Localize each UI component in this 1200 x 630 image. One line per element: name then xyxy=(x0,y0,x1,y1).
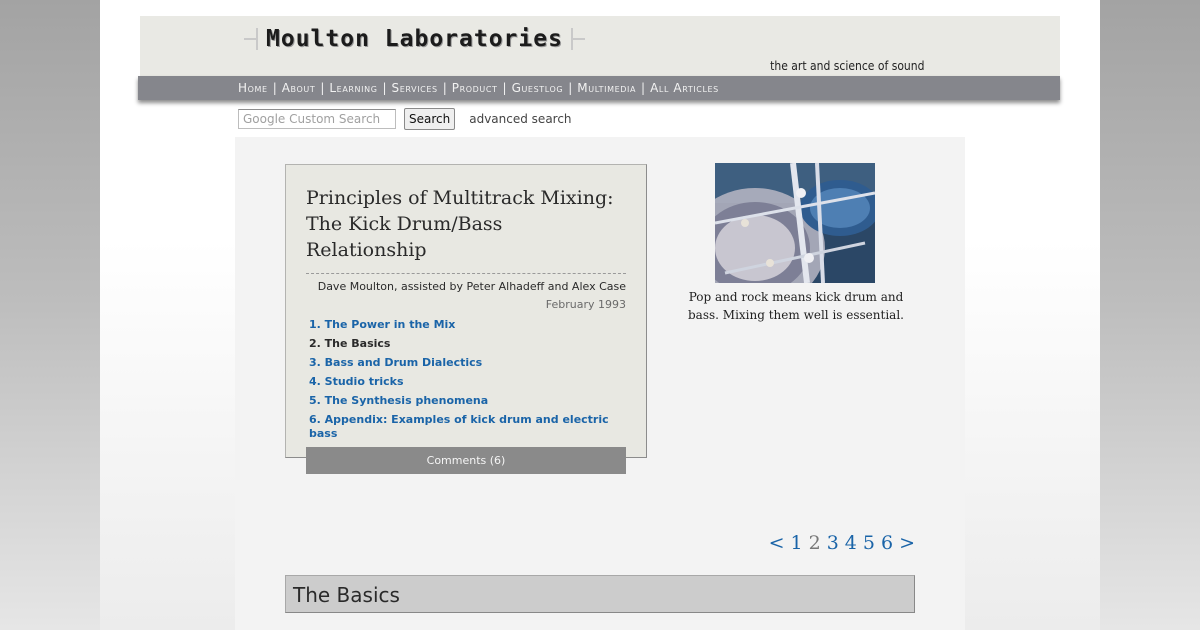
toc-link-studio-tricks[interactable]: 4. Studio tricks xyxy=(309,375,404,388)
title-divider xyxy=(306,273,626,274)
toc-item: 4. Studio tricks xyxy=(309,375,626,389)
kick-drum-photo xyxy=(715,163,875,283)
toc-item: 6. Appendix: Examples of kick drum and e… xyxy=(309,413,626,441)
nav-item-all-articles[interactable]: All Articles xyxy=(650,81,719,95)
pager-next-button[interactable]: > xyxy=(899,532,915,554)
pager-page-6[interactable]: 6 xyxy=(881,532,893,554)
section-heading: The Basics xyxy=(285,575,915,613)
nav-separator: | xyxy=(641,81,646,95)
article-content: Principles of Multitrack Mixing: The Kic… xyxy=(235,137,965,630)
nav-item-multimedia[interactable]: Multimedia xyxy=(577,81,636,95)
article-toc-box: Principles of Multitrack Mixing: The Kic… xyxy=(285,164,647,474)
page: Moulton Laboratories the art and science… xyxy=(100,0,1100,630)
comments-label: Comments xyxy=(426,454,487,467)
toc-link-appendix[interactable]: 6. Appendix: Examples of kick drum and e… xyxy=(309,413,609,440)
comments-count: (6) xyxy=(489,454,506,467)
nav-separator: | xyxy=(442,81,447,95)
nav-item-about[interactable]: About xyxy=(282,81,316,95)
nav-separator: | xyxy=(272,81,277,95)
logo-text: Moulton Laboratories xyxy=(266,26,563,52)
toc-link-bass-drum-dialectics[interactable]: 3. Bass and Drum Dialectics xyxy=(309,356,482,369)
toc-link-synthesis-phenomena[interactable]: 5. The Synthesis phenomena xyxy=(309,394,488,407)
nav-item-guestlog[interactable]: Guestlog xyxy=(512,81,564,95)
pager-page-current: 2 xyxy=(808,532,821,554)
nav-separator: | xyxy=(568,81,573,95)
advanced-search-link[interactable]: advanced search xyxy=(469,112,571,126)
pager-page-3[interactable]: 3 xyxy=(827,532,839,554)
article-title-line2: The Kick Drum/Bass Relationship xyxy=(306,213,503,261)
nav-separator: | xyxy=(382,81,387,95)
toc-item: 5. The Synthesis phenomena xyxy=(309,394,626,408)
nav-item-services[interactable]: Services xyxy=(392,81,438,95)
pager-page-5[interactable]: 5 xyxy=(863,532,875,554)
comments-button[interactable]: Comments (6) xyxy=(306,447,626,474)
toc-current-the-basics: 2. The Basics xyxy=(309,337,391,350)
article-date: February 1993 xyxy=(545,298,626,311)
toc-list: 1. The Power in the Mix 2. The Basics 3.… xyxy=(306,318,626,441)
article-byline: Dave Moulton, assisted by Peter Alhadeff… xyxy=(317,280,626,293)
tagline: the art and science of sound xyxy=(769,59,924,73)
search-input[interactable] xyxy=(238,109,396,129)
site-logo[interactable]: Moulton Laboratories xyxy=(244,22,585,56)
toc-link-power-in-the-mix[interactable]: 1. The Power in the Mix xyxy=(309,318,455,331)
toc-item: 3. Bass and Drum Dialectics xyxy=(309,356,626,370)
nav-separator: | xyxy=(502,81,507,95)
toc-item: 2. The Basics xyxy=(309,337,626,351)
nav-item-home[interactable]: Home xyxy=(238,81,268,95)
photo-caption: Pop and rock means kick drum and bass. M… xyxy=(688,290,904,322)
article-title-line1: Principles of Multitrack Mixing: xyxy=(306,187,614,209)
main-nav: Home | About | Learning | Services | Pro… xyxy=(138,76,1060,100)
pager-prev-button[interactable]: < xyxy=(769,532,785,554)
search-button[interactable]: Search xyxy=(404,108,456,130)
nav-separator: | xyxy=(320,81,325,95)
nav-item-product[interactable]: Product xyxy=(452,81,498,95)
article-title: Principles of Multitrack Mixing: The Kic… xyxy=(306,185,626,263)
logo-bracket-left-icon xyxy=(244,28,258,50)
nav-item-learning[interactable]: Learning xyxy=(329,81,377,95)
drum-image-icon xyxy=(715,163,875,283)
pager-page-4[interactable]: 4 xyxy=(845,532,857,554)
logo-bracket-right-icon xyxy=(570,28,585,50)
search-bar: Search advanced search xyxy=(238,108,572,130)
pagination: < 1 2 3 4 5 6 > xyxy=(769,532,915,554)
toc-item: 1. The Power in the Mix xyxy=(309,318,626,332)
pager-page-1[interactable]: 1 xyxy=(791,532,803,554)
masthead: Moulton Laboratories the art and science… xyxy=(140,16,1060,76)
